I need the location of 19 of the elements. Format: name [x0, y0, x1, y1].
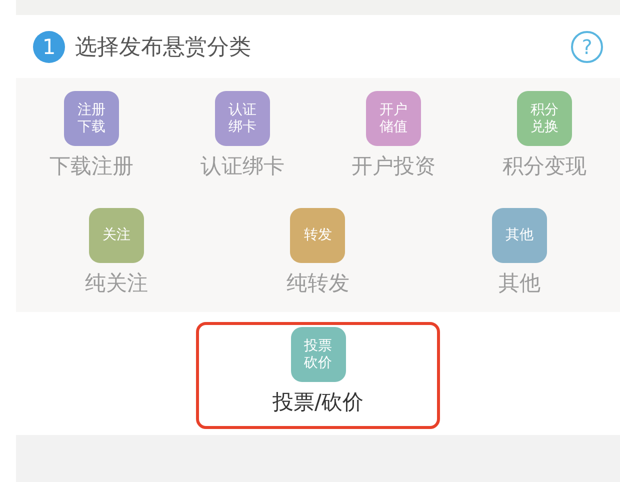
category-tile-icon: 其他: [492, 208, 547, 263]
category-tile-icon: 积分 兑换: [517, 91, 572, 146]
category-tile-icon: 投票 砍价: [290, 327, 346, 382]
category-tile-icon: 转发: [290, 208, 346, 263]
help-icon[interactable]: ?: [571, 30, 603, 62]
category-option[interactable]: 积分 兑换 积分变现: [490, 86, 600, 185]
category-tile-icon: 开户 储值: [366, 91, 421, 146]
category-option[interactable]: 注册 下载 下载注册: [36, 86, 146, 185]
category-tile-icon: 关注: [89, 208, 144, 263]
step-number: 1: [33, 30, 65, 62]
category-option[interactable]: 认证 绑卡 认证绑卡: [188, 86, 298, 185]
category-option[interactable]: 转发 纯转发: [273, 203, 362, 302]
category-tile-icon: 注册 下载: [64, 91, 119, 146]
category-option[interactable]: 其他 其他: [478, 203, 560, 302]
category-tile-icon: 认证 绑卡: [215, 91, 270, 146]
category-option[interactable]: 投票 砍价 投票/砍价: [196, 322, 440, 429]
category-option[interactable]: 关注 纯关注: [72, 203, 162, 302]
section-title: 选择发布悬赏分类: [75, 34, 252, 62]
category-option[interactable]: 开户 储值 开户投资: [338, 86, 448, 185]
